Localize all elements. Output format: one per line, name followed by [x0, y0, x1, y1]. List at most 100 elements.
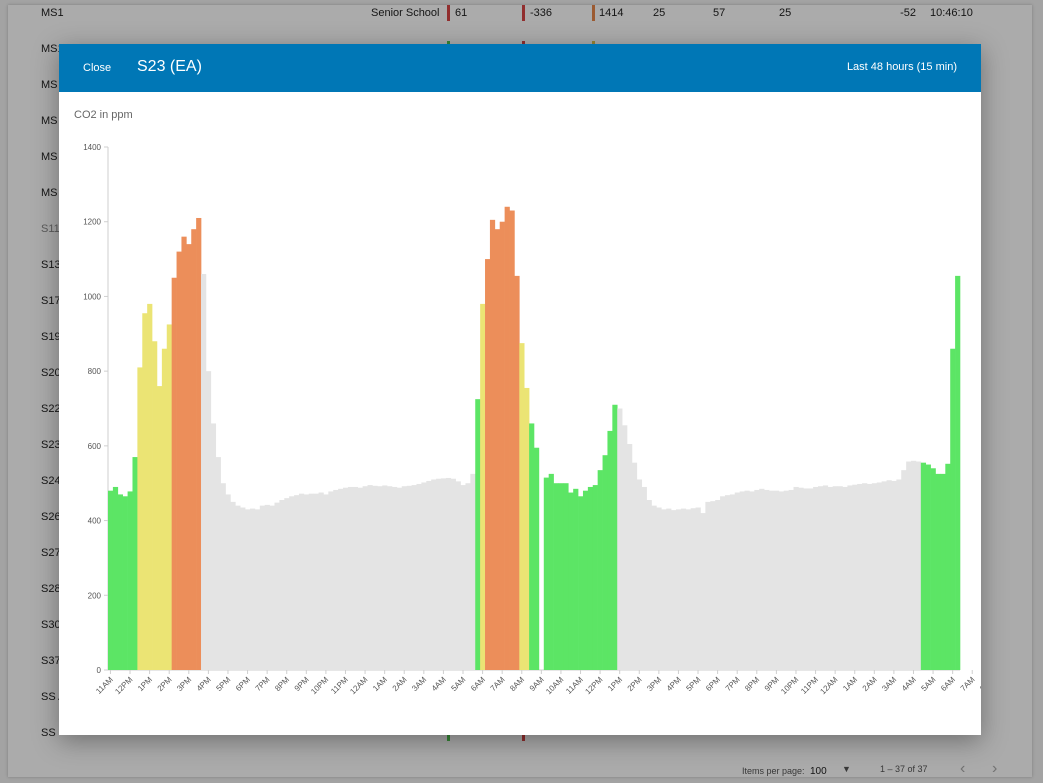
x-tick-label: 2AM	[861, 675, 879, 693]
co2-bar	[431, 479, 437, 670]
co2-bar	[313, 493, 319, 670]
co2-bar	[357, 487, 363, 670]
co2-bar	[343, 487, 349, 670]
co2-bar	[176, 251, 182, 670]
co2-bar	[127, 491, 133, 670]
co2-bar	[485, 259, 491, 670]
co2-bar	[196, 217, 202, 670]
x-tick-label: 4AM	[900, 675, 918, 693]
co2-bar	[225, 494, 231, 670]
y-tick-label: 600	[88, 442, 102, 451]
co2-bar	[524, 387, 530, 670]
y-tick-label: 800	[88, 367, 102, 376]
co2-bar	[142, 313, 148, 670]
co2-bar	[460, 485, 466, 670]
x-tick-label: 12PM	[113, 675, 134, 696]
co2-bar	[695, 507, 701, 670]
co2-bar	[582, 490, 589, 670]
y-tick-label: 1400	[83, 143, 101, 152]
co2-bar	[906, 461, 912, 670]
co2-bar	[333, 489, 339, 670]
co2-bar	[592, 485, 598, 670]
co2-bar	[406, 485, 412, 670]
co2-bar	[308, 493, 314, 670]
x-tick-label: 1PM	[136, 675, 154, 693]
co2-bar	[548, 473, 554, 671]
co2-bar	[235, 505, 241, 670]
co2-bar	[602, 455, 608, 670]
x-tick-label: 11PM	[329, 675, 350, 696]
co2-bar	[254, 509, 261, 670]
co2-bar	[641, 486, 647, 670]
co2-bar	[627, 443, 633, 670]
co2-bar	[597, 470, 603, 670]
co2-bar	[455, 481, 461, 670]
co2-bar	[563, 483, 569, 670]
co2-bar	[382, 485, 388, 670]
co2-bar	[700, 513, 706, 670]
co2-bar	[318, 492, 324, 670]
co2-bar	[421, 482, 427, 670]
x-tick-label: 6AM	[939, 675, 957, 693]
x-tick-label: 2AM	[391, 675, 409, 693]
co2-bar	[715, 500, 721, 670]
co2-bar	[646, 500, 652, 670]
x-tick-label: 10AM	[544, 675, 565, 696]
co2-bar	[475, 399, 481, 670]
co2-bar	[240, 507, 246, 670]
x-tick-label: 1AM	[841, 675, 859, 693]
x-tick-label: 2PM	[626, 675, 644, 693]
x-tick-label: 10PM	[309, 675, 330, 696]
co2-bar	[622, 425, 628, 670]
co2-bar	[876, 482, 882, 670]
co2-bar	[132, 457, 138, 670]
co2-bar	[230, 501, 236, 670]
co2-bar	[587, 486, 594, 670]
co2-bar	[950, 348, 956, 670]
co2-bar	[220, 483, 226, 670]
co2-bar	[617, 408, 623, 670]
co2-bar	[945, 463, 951, 670]
co2-bar-chart: 020040060080010001200140011AM12PM 1PM 2PM 3…	[83, 143, 981, 696]
co2-bar	[940, 473, 946, 671]
co2-bar	[666, 508, 672, 670]
x-tick-label: 12AM	[348, 675, 369, 696]
co2-bar	[656, 507, 662, 670]
co2-bar	[465, 483, 471, 670]
co2-bar	[509, 210, 515, 670]
co2-bar	[269, 505, 275, 670]
co2-bar	[739, 491, 745, 670]
y-tick-label: 1200	[83, 218, 101, 227]
close-button[interactable]: Close	[71, 56, 123, 80]
co2-bar	[529, 423, 535, 670]
co2-bar	[578, 496, 584, 670]
co2-bar	[450, 478, 456, 670]
y-tick-label: 0	[97, 666, 102, 675]
co2-bar	[724, 495, 731, 670]
co2-bar	[396, 487, 403, 670]
co2-bar	[284, 498, 290, 670]
co2-bar	[205, 371, 212, 670]
co2-bar	[705, 501, 711, 670]
co2-bar	[778, 491, 785, 670]
co2-bar	[259, 505, 265, 670]
co2-bar	[680, 508, 687, 670]
co2-bar	[377, 486, 383, 670]
co2-bar	[827, 486, 833, 670]
co2-bar	[636, 479, 643, 670]
co2-bar	[857, 483, 863, 670]
co2-bar	[387, 486, 393, 670]
co2-bar	[436, 478, 442, 670]
x-tick-label: 3PM	[645, 675, 663, 693]
co2-bar	[661, 509, 667, 670]
co2-bar	[925, 464, 931, 670]
co2-bar	[470, 473, 476, 671]
co2-bar	[744, 490, 750, 670]
co2-bar	[166, 324, 172, 670]
co2-bar	[729, 494, 736, 670]
time-range-label: Last 48 hours (15 min)	[846, 61, 957, 73]
co2-bar	[323, 494, 329, 670]
x-tick-label: 1AM	[371, 675, 389, 693]
co2-bar	[759, 488, 765, 670]
co2-bar	[264, 504, 270, 670]
